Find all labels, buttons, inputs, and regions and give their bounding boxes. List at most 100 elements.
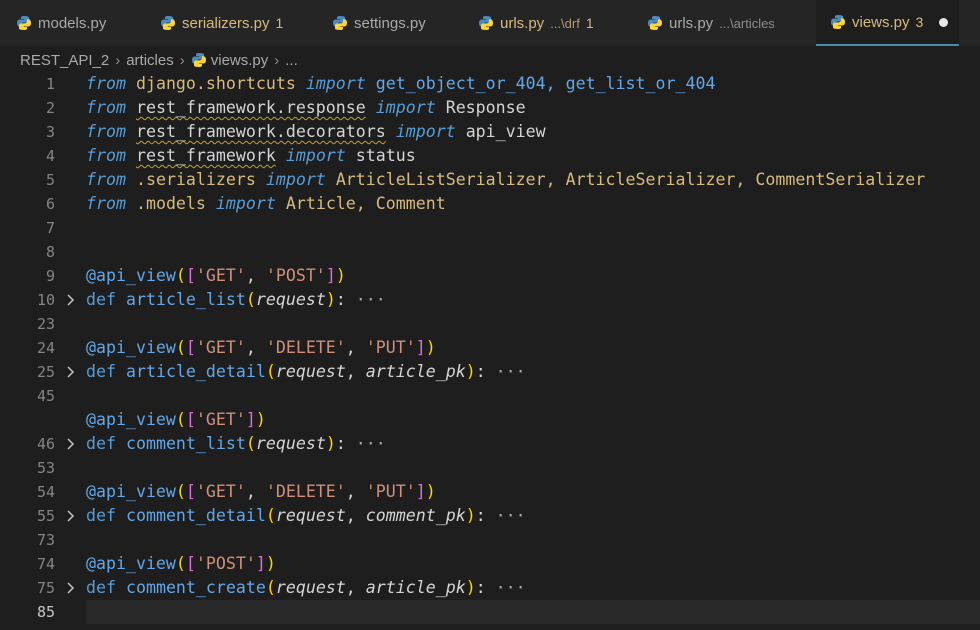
code-line[interactable]: 53 [0, 456, 980, 480]
keyword: from [86, 98, 126, 117]
line-number: 53 [36, 459, 55, 477]
keyword: def [86, 578, 116, 597]
chevron-right-icon[interactable] [66, 582, 76, 594]
code-line[interactable]: 5 from .serializers import ArticleListSe… [0, 168, 980, 192]
line-number: 24 [36, 339, 55, 357]
parameter: request [275, 506, 346, 525]
chevron-right-icon[interactable] [66, 294, 76, 306]
keyword: import [285, 146, 346, 165]
parameter: article_pk [365, 578, 466, 597]
keyword: from [86, 146, 126, 165]
keyword: def [86, 506, 116, 525]
string-literal: 'POST' [195, 554, 256, 573]
chevron-right-icon[interactable] [66, 366, 76, 378]
code-line[interactable]: 25 def article_detail(request, article_p… [0, 360, 980, 384]
folded-ellipsis[interactable]: ··· [356, 290, 386, 309]
folded-ellipsis[interactable]: ··· [496, 506, 526, 525]
code-text: @api_view(['GET', 'DELETE', 'PUT']) [86, 482, 436, 501]
code-line[interactable]: 73 [0, 528, 980, 552]
parameter: request [275, 362, 346, 381]
decorator: @api_view [86, 482, 176, 501]
code-line[interactable]: 8 [0, 240, 980, 264]
module-name: .serializers [135, 170, 256, 189]
function-name: article_detail [125, 362, 266, 381]
folded-ellipsis[interactable]: ··· [496, 362, 526, 381]
line-number: 1 [45, 75, 55, 93]
code-editor[interactable]: 1 from django.shortcuts import get_objec… [0, 72, 980, 630]
python-file-icon [161, 16, 175, 30]
tab-label: settings.py [354, 14, 426, 32]
tab-label: views.py [852, 13, 910, 31]
string-literal: 'DELETE' [265, 338, 346, 357]
code-text: from .models import Article, Comment [86, 192, 446, 216]
keyword: import [395, 122, 456, 141]
code-line[interactable]: 55 def comment_detail(request, comment_p… [0, 504, 980, 528]
string-literal: 'DELETE' [265, 482, 346, 501]
string-literal: 'GET' [195, 266, 246, 285]
code-line[interactable]: 46 def comment_list(request): ··· [0, 432, 980, 456]
code-line[interactable]: 3 from rest_framework.decorators import … [0, 120, 980, 144]
line-number: 73 [36, 531, 55, 549]
code-line[interactable]: 7 [0, 216, 980, 240]
problem-count-badge: 1 [585, 15, 594, 31]
chevron-right-icon: › [115, 51, 121, 69]
code-text: def comment_list(request): ··· [86, 434, 386, 453]
line-number: 4 [45, 147, 55, 165]
breadcrumb-file[interactable]: views.py [211, 52, 269, 69]
keyword: from [86, 74, 126, 93]
keyword: from [86, 194, 126, 213]
code-line[interactable]: 4 from rest_framework import status [0, 144, 980, 168]
tab-serializers-py[interactable]: serializers.py 1 [160, 0, 283, 46]
code-text: @api_view(['GET', 'POST']) [86, 266, 346, 285]
parameter: comment_pk [365, 506, 466, 525]
chevron-right-icon[interactable] [66, 438, 76, 450]
tab-models-py[interactable]: models.py [16, 0, 106, 46]
code-line[interactable]: 9 @api_view(['GET', 'POST']) [0, 264, 980, 288]
code-line[interactable]: 23 [0, 312, 980, 336]
code-text: from rest_framework import status [86, 144, 416, 168]
code-line[interactable]: 24 @api_view(['GET', 'DELETE', 'PUT']) [0, 336, 980, 360]
breadcrumb-folder[interactable]: articles [126, 52, 174, 69]
code-text: def comment_create(request, article_pk):… [86, 578, 526, 597]
keyword: from [86, 122, 126, 141]
tab-views-py[interactable]: views.py 3 [816, 0, 959, 46]
module-name: .models [135, 194, 206, 213]
code-line[interactable]: 74 @api_view(['POST']) [0, 552, 980, 576]
python-file-icon [648, 16, 662, 30]
import-names: ArticleListSerializer, ArticleSerializer… [335, 170, 926, 189]
function-name: comment_create [125, 578, 266, 597]
tab-urls-py-articles[interactable]: urls.py ...\articles [647, 0, 775, 46]
function-name: comment_detail [125, 506, 266, 525]
breadcrumb-root[interactable]: REST_API_2 [20, 52, 109, 69]
import-names: status [355, 146, 416, 165]
code-line[interactable]: 2 from rest_framework.response import Re… [0, 96, 980, 120]
import-names: Response [445, 98, 526, 117]
code-line[interactable]: 6 from .models import Article, Comment [0, 192, 980, 216]
line-number: 10 [36, 291, 55, 309]
code-line[interactable]: 10 def article_list(request): ··· [0, 288, 980, 312]
module-name: django.shortcuts [135, 74, 296, 93]
folded-ellipsis[interactable]: ··· [496, 578, 526, 597]
breadcrumb-more[interactable]: ... [285, 52, 298, 69]
line-number: 75 [36, 579, 55, 597]
keyword: def [86, 290, 116, 309]
code-line[interactable]: 54 @api_view(['GET', 'DELETE', 'PUT']) [0, 480, 980, 504]
tab-label: urls.py [669, 14, 714, 32]
import-names: get_object_or_404, get_list_or_404 [375, 74, 716, 93]
folded-ellipsis[interactable]: ··· [356, 434, 386, 453]
tab-settings-py[interactable]: settings.py [332, 0, 426, 46]
code-line[interactable]: 45 @api_view(['GET']) [0, 408, 980, 432]
code-line[interactable]: 45 [0, 384, 980, 408]
code-line[interactable]: 75 def comment_create(request, article_p… [0, 576, 980, 600]
unsaved-dot-icon[interactable] [939, 17, 949, 27]
code-line[interactable]: 1 from django.shortcuts import get_objec… [0, 72, 980, 96]
chevron-right-icon[interactable] [66, 510, 76, 522]
keyword: import [305, 74, 366, 93]
line-number: 2 [45, 99, 55, 117]
string-literal: 'PUT' [365, 338, 416, 357]
code-line[interactable]: 85 [0, 600, 980, 624]
line-number: 23 [36, 315, 55, 333]
line-number: 85 [36, 603, 55, 621]
line-number: 9 [45, 267, 55, 285]
tab-urls-py-drf[interactable]: urls.py ...\drf 1 [478, 0, 594, 46]
